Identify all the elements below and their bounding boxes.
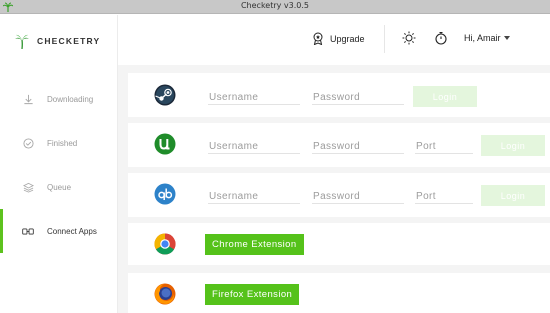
layers-icon [22, 181, 34, 193]
header-divider [384, 25, 385, 53]
steam-username-input[interactable] [208, 91, 300, 105]
palm-tree-icon [15, 34, 29, 49]
brand: CHECKETRY [14, 33, 100, 49]
sidebar-item-label: Finished [47, 138, 78, 148]
qbittorrent-icon [154, 183, 176, 205]
qbittorrent-card: Login [128, 173, 550, 217]
connect-apps-panel: Login Login Login [118, 65, 550, 313]
download-icon [22, 93, 34, 105]
user-greeting: Hi, Amair [464, 33, 501, 43]
brand-name: CHECKETRY [37, 36, 101, 46]
timer-icon[interactable] [434, 31, 448, 45]
sidebar-nav: Downloading Finished Queue Connect Apps [0, 77, 118, 253]
check-circle-icon [22, 137, 34, 149]
sidebar: CHECKETRY Downloading Finished Queue Con… [0, 15, 118, 313]
chrome-icon [154, 233, 176, 255]
top-header: Upgrade Hi, Amair [118, 15, 550, 65]
sidebar-item-label: Downloading [47, 94, 94, 104]
steam-login-button[interactable]: Login [413, 86, 477, 107]
sidebar-item-label: Connect Apps [47, 226, 97, 236]
qbittorrent-username-input[interactable] [208, 190, 300, 204]
qbittorrent-login-button[interactable]: Login [481, 185, 545, 206]
steam-icon [154, 84, 176, 106]
sidebar-item-connect-apps[interactable]: Connect Apps [0, 209, 118, 253]
chrome-extension-button[interactable]: Chrome Extension [205, 234, 304, 255]
firefox-extension-button[interactable]: Firefox Extension [205, 284, 300, 305]
sidebar-item-finished[interactable]: Finished [0, 121, 118, 165]
firefox-card: Firefox Extension [128, 273, 550, 313]
firefox-icon [154, 283, 176, 305]
utorrent-card: Login [128, 123, 550, 167]
user-menu[interactable]: Hi, Amair [464, 33, 510, 43]
qbittorrent-port-input[interactable] [415, 190, 473, 204]
chrome-card: Chrome Extension [128, 223, 550, 265]
qbittorrent-password-input[interactable] [312, 190, 404, 204]
window-title-bar: Checketry v3.0.5 [0, 0, 550, 14]
utorrent-port-input[interactable] [415, 140, 473, 154]
sidebar-item-label: Queue [47, 182, 72, 192]
utorrent-password-input[interactable] [312, 140, 404, 154]
steam-password-input[interactable] [312, 91, 404, 105]
window-title: Checketry v3.0.5 [240, 1, 310, 10]
steam-card: Login [128, 73, 550, 117]
link-icon [22, 225, 34, 237]
upgrade-button[interactable]: Upgrade [312, 32, 365, 45]
utorrent-icon [154, 133, 176, 155]
chevron-down-icon [503, 36, 510, 40]
utorrent-username-input[interactable] [208, 140, 300, 154]
sidebar-item-downloading[interactable]: Downloading [0, 77, 118, 121]
sun-icon[interactable] [402, 31, 416, 45]
medal-icon [313, 32, 323, 45]
sidebar-item-queue[interactable]: Queue [0, 165, 118, 209]
utorrent-login-button[interactable]: Login [481, 135, 545, 156]
upgrade-label: Upgrade [330, 33, 365, 44]
